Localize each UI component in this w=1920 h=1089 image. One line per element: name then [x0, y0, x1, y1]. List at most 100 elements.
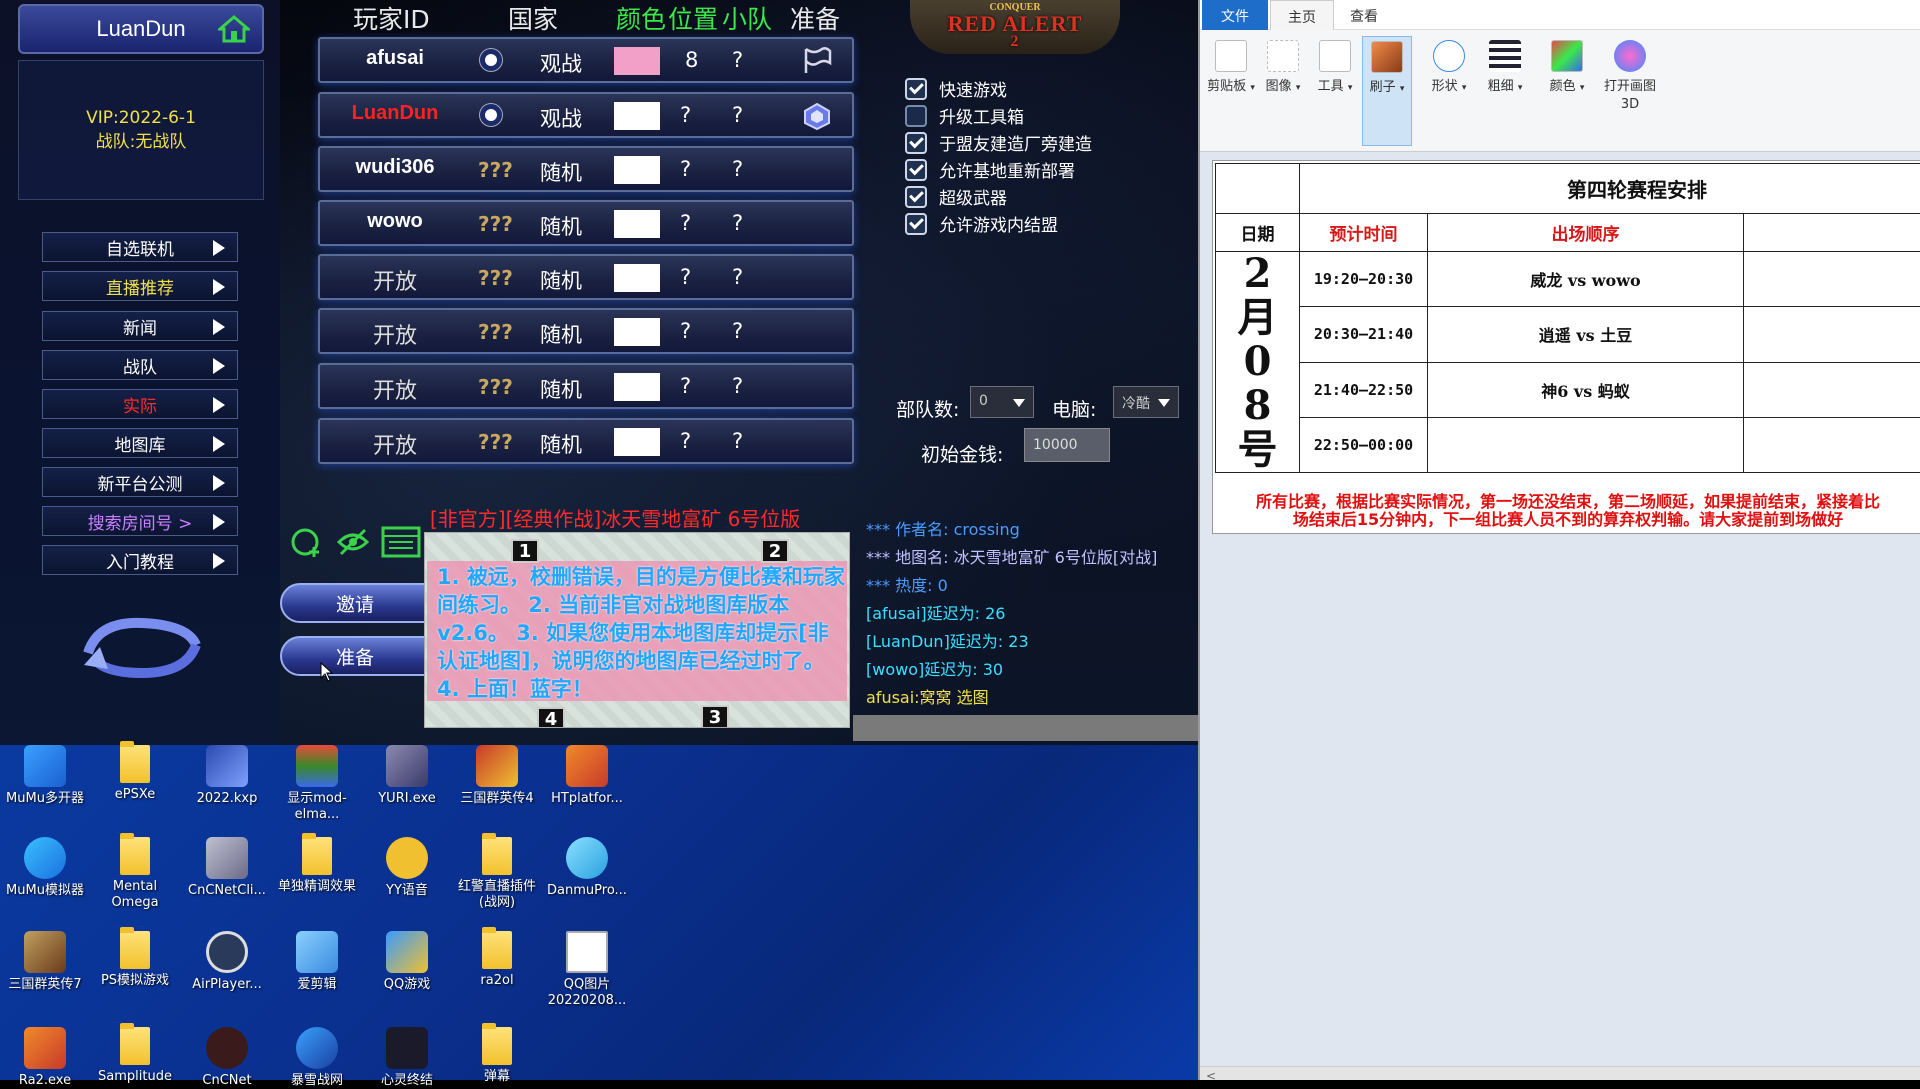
- slot-color[interactable]: [614, 102, 660, 130]
- slot-position[interactable]: ?: [680, 319, 691, 343]
- checkbox[interactable]: [905, 186, 927, 208]
- player-slot-6[interactable]: 开放 ??? 随机 ? ?: [318, 308, 854, 354]
- desktop-icon[interactable]: Samplitude: [90, 1027, 180, 1085]
- checkbox[interactable]: [905, 159, 927, 181]
- units-select[interactable]: 0: [970, 386, 1034, 418]
- desktop-icon[interactable]: 三国群英传7: [0, 931, 90, 993]
- slot-country[interactable]: 随机: [540, 319, 582, 349]
- starting-money-field[interactable]: 10000: [1024, 428, 1110, 462]
- slot-country[interactable]: 观战: [540, 103, 582, 133]
- desktop-icon[interactable]: AirPlayer...: [182, 931, 272, 993]
- slot-position[interactable]: ?: [680, 265, 691, 289]
- menu-tutorial[interactable]: 入门教程: [42, 545, 238, 575]
- player-slot-5[interactable]: 开放 ??? 随机 ? ?: [318, 254, 854, 300]
- tab-file[interactable]: 文件: [1202, 0, 1268, 30]
- menu-map-library[interactable]: 地图库: [42, 428, 238, 458]
- tools-button[interactable]: 工具 ▾: [1310, 36, 1360, 146]
- option-build-near-ally[interactable]: 于盟友建造厂旁建造: [905, 129, 1092, 156]
- slot-country[interactable]: 随机: [540, 265, 582, 295]
- slot-team[interactable]: ?: [732, 157, 743, 181]
- image-button[interactable]: 图像 ▾: [1258, 36, 1308, 146]
- slot-position[interactable]: ?: [680, 103, 691, 127]
- slot-color[interactable]: [614, 264, 660, 292]
- shapes-button[interactable]: 形状 ▾: [1424, 36, 1474, 146]
- slot-position[interactable]: ?: [680, 429, 691, 453]
- desktop-icon[interactable]: YY语音: [362, 837, 452, 899]
- slot-color[interactable]: [614, 156, 660, 184]
- clipboard-button[interactable]: 剪贴板 ▾: [1206, 36, 1256, 146]
- desktop-icon[interactable]: 显示mod-elma...: [272, 745, 362, 823]
- desktop-icon[interactable]: Mental Omega: [90, 837, 180, 911]
- checkbox[interactable]: [905, 213, 927, 235]
- slot-color[interactable]: [614, 47, 660, 75]
- map-preview[interactable]: 1. 被远，校删错误，目的是方便比赛和玩家间练习。 2. 当前非官对战地图库版本…: [424, 532, 850, 728]
- slot-position[interactable]: 8: [685, 48, 698, 72]
- slot-team[interactable]: ?: [732, 211, 743, 235]
- desktop-icon[interactable]: 弹幕: [452, 1027, 542, 1085]
- slot-position[interactable]: ?: [680, 211, 691, 235]
- slot-team[interactable]: ?: [732, 265, 743, 289]
- horizontal-scrollbar[interactable]: <: [1200, 1066, 1920, 1080]
- slot-position[interactable]: ?: [680, 374, 691, 398]
- checkbox[interactable]: [905, 78, 927, 100]
- menu-search-room[interactable]: 搜索房间号 >: [42, 506, 238, 536]
- scroll-left-icon[interactable]: <: [1206, 1069, 1216, 1083]
- slot-country[interactable]: 随机: [540, 157, 582, 187]
- desktop-icon[interactable]: MuMu多开器: [0, 745, 90, 807]
- slot-team[interactable]: ?: [732, 103, 743, 127]
- desktop-icon[interactable]: HTplatfor...: [542, 745, 632, 807]
- option-super-weapons[interactable]: 超级武器: [905, 183, 1092, 210]
- slot-country[interactable]: 随机: [540, 429, 582, 459]
- player-slot-7[interactable]: 开放 ??? 随机 ? ?: [318, 363, 854, 409]
- hide-eye-icon[interactable]: [339, 530, 367, 554]
- colors-button[interactable]: 颜色 ▾: [1542, 36, 1592, 146]
- player-slot-3[interactable]: wudi306 ??? 随机 ? ?: [318, 146, 854, 192]
- desktop-icon[interactable]: QQ图片20220208...: [542, 931, 632, 1009]
- menu-actual[interactable]: 实际: [42, 389, 238, 419]
- slot-team[interactable]: ?: [732, 374, 743, 398]
- desktop-icon[interactable]: 红警直播插件(战网): [452, 837, 542, 911]
- menu-new-platform-beta[interactable]: 新平台公测: [42, 467, 238, 497]
- chat-input[interactable]: [853, 715, 1198, 741]
- slot-country[interactable]: 随机: [540, 374, 582, 404]
- menu-custom-online[interactable]: 自选联机: [42, 232, 238, 262]
- refresh-icon[interactable]: [78, 615, 206, 680]
- window-icon[interactable]: [383, 528, 419, 556]
- slot-color[interactable]: [614, 318, 660, 346]
- menu-clan[interactable]: 战队: [42, 350, 238, 380]
- brushes-button[interactable]: 刷子 ▾: [1362, 36, 1412, 146]
- slot-team[interactable]: ?: [732, 429, 743, 453]
- paint3d-button[interactable]: 打开画图 3D: [1598, 36, 1662, 146]
- ready-button[interactable]: 准备: [280, 636, 430, 676]
- option-ingame-alliance[interactable]: 允许游戏内结盟: [905, 210, 1092, 237]
- checkbox[interactable]: [905, 132, 927, 154]
- player-slot-4[interactable]: wowo ??? 随机 ? ?: [318, 200, 854, 246]
- player-slot-8[interactable]: 开放 ??? 随机 ? ?: [318, 418, 854, 464]
- checkbox[interactable]: [905, 105, 927, 127]
- ai-difficulty-select[interactable]: 冷酷: [1113, 386, 1179, 418]
- option-redeploy-base[interactable]: 允许基地重新部署: [905, 156, 1092, 183]
- slot-position[interactable]: ?: [680, 157, 691, 181]
- add-map-icon[interactable]: [293, 530, 319, 557]
- slot-country[interactable]: 随机: [540, 211, 582, 241]
- option-upgrade-toolbox[interactable]: 升级工具箱: [905, 102, 1092, 129]
- size-button[interactable]: 粗细 ▾: [1480, 36, 1530, 146]
- desktop-icon[interactable]: PS模拟游戏: [90, 931, 180, 989]
- desktop-icon[interactable]: 2022.kxp: [182, 745, 272, 807]
- desktop-icon[interactable]: 三国群英传4: [452, 745, 542, 807]
- menu-news[interactable]: 新闻: [42, 311, 238, 341]
- desktop-icon[interactable]: CnCNetCli...: [182, 837, 272, 899]
- invite-button[interactable]: 邀请: [280, 583, 430, 623]
- canvas-image[interactable]: 第四轮赛程安排 日期 预计时间 出场顺序 比分 2月08号 19:20—20:3…: [1212, 160, 1920, 534]
- player-slot-2[interactable]: LuanDun 观战 ? ?: [318, 92, 854, 138]
- slot-team[interactable]: ?: [732, 319, 743, 343]
- menu-live-recommend[interactable]: 直播推荐: [42, 271, 238, 301]
- slot-country[interactable]: 观战: [540, 48, 582, 78]
- desktop-icon[interactable]: MuMu模拟器: [0, 837, 90, 899]
- desktop-icon[interactable]: YURI.exe: [362, 745, 452, 807]
- desktop-icon[interactable]: 爱剪辑: [272, 931, 362, 993]
- tab-home[interactable]: 主页: [1270, 0, 1334, 30]
- home-icon[interactable]: [218, 15, 250, 43]
- desktop-icon[interactable]: ePSXe: [90, 745, 180, 803]
- slot-color[interactable]: [614, 373, 660, 401]
